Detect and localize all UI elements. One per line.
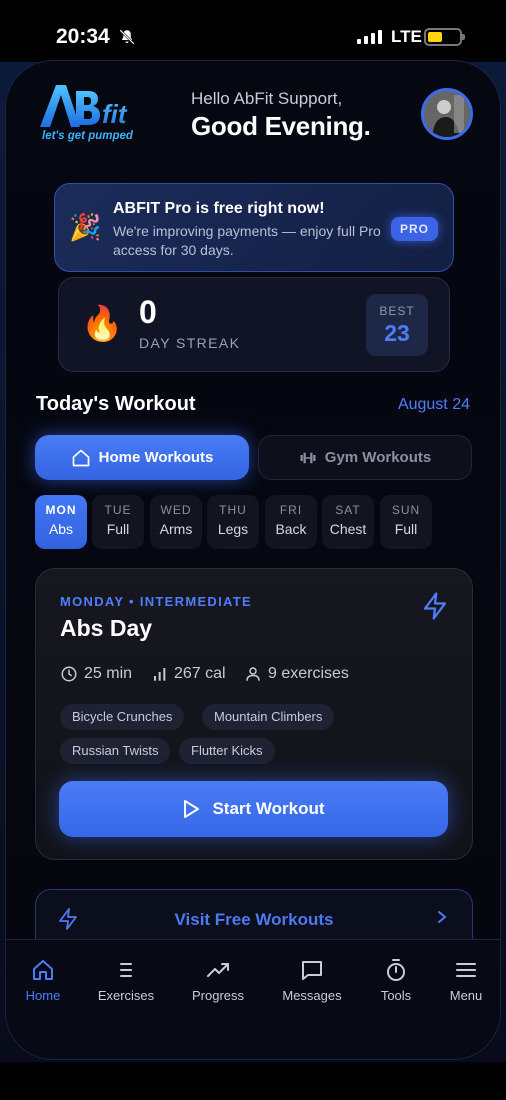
day-focus: Chest — [329, 521, 367, 537]
network-type: LTE — [391, 27, 422, 46]
day-focus: Abs — [48, 521, 74, 537]
nav-exercises[interactable]: Exercises — [86, 958, 166, 1003]
day-label: TUE — [104, 503, 132, 517]
best-streak-box: BEST 23 — [366, 294, 428, 356]
workout-title: Abs Day — [60, 615, 153, 641]
day-sat[interactable]: SAT Chest — [322, 495, 374, 549]
greeting-text: Good Evening. — [191, 111, 371, 141]
tab-label: Home Workouts — [98, 449, 214, 466]
lightning-icon — [423, 592, 447, 620]
fire-icon: 🔥 — [81, 305, 124, 343]
bottom-nav: Home Exercises Progress Messages Tools M… — [6, 939, 500, 1059]
day-focus: Legs — [217, 521, 249, 537]
person-icon — [246, 667, 260, 681]
nav-home[interactable]: Home — [6, 958, 83, 1003]
stopwatch-icon — [387, 959, 405, 981]
duration-meta: 25 min — [60, 665, 132, 683]
day-label: THU — [219, 503, 247, 517]
day-focus: Arms — [159, 521, 193, 537]
streak-count: 0 — [139, 294, 157, 330]
nav-label: Messages — [282, 988, 342, 1003]
exercise-chip: Mountain Climbers — [202, 704, 335, 730]
calories-text: 267 cal — [174, 665, 226, 682]
hello-text: Hello AbFit Support, — [191, 89, 343, 108]
day-label: WED — [160, 503, 192, 517]
workout-date[interactable]: August 24 — [398, 396, 470, 414]
best-label: BEST — [379, 304, 415, 318]
section-title: Today's Workout — [36, 393, 196, 415]
nav-label: Menu — [449, 988, 483, 1003]
home-icon — [33, 960, 53, 980]
nav-tools[interactable]: Tools — [356, 958, 436, 1003]
best-value: 23 — [384, 320, 410, 346]
exercise-chip: Bicycle Crunches — [60, 704, 185, 730]
streak-label: DAY STREAK — [139, 335, 241, 351]
day-focus: Full — [394, 521, 418, 537]
clock-icon — [61, 666, 77, 682]
app-screen: fit let's get pumped Hello AbFit Support… — [5, 60, 501, 1060]
pro-badge[interactable]: PRO — [391, 217, 438, 241]
nav-label: Exercises — [97, 988, 155, 1003]
start-workout-button[interactable]: Start Workout — [59, 781, 448, 837]
day-label: FRI — [279, 503, 303, 517]
calories-meta: 267 cal — [152, 665, 226, 683]
day-focus: Back — [275, 521, 307, 537]
bell-muted-icon — [119, 29, 135, 45]
status-time: 20:34 — [56, 25, 110, 48]
trending-up-icon — [207, 963, 229, 977]
tab-home-workouts[interactable]: Home Workouts — [35, 435, 249, 480]
pro-banner-title: ABFIT Pro is free right now! — [113, 200, 325, 217]
abfit-logo: fit let's get pumped — [40, 85, 134, 142]
pro-banner[interactable]: 🎉 ABFIT Pro is free right now! We're imp… — [54, 183, 454, 272]
battery-icon — [424, 28, 465, 46]
nav-label: Tools — [380, 988, 412, 1003]
workout-card: MONDAY • INTERMEDIATE Abs Day 25 min 267… — [35, 568, 473, 860]
exercise-chip: Russian Twists — [60, 738, 171, 764]
day-thu[interactable]: THU Legs — [207, 495, 259, 549]
avatar-photo — [424, 91, 470, 137]
svg-text:let's get pumped: let's get pumped — [42, 130, 134, 142]
chevron-right-icon — [438, 911, 447, 923]
day-sun[interactable]: SUN Full — [380, 495, 432, 549]
avatar[interactable] — [421, 88, 473, 140]
party-popper-icon: 🎉 — [69, 212, 102, 242]
message-icon — [302, 961, 322, 980]
nav-progress[interactable]: Progress — [178, 958, 258, 1003]
dumbbell-icon — [300, 452, 316, 463]
nav-menu[interactable]: Menu — [426, 958, 500, 1003]
day-mon[interactable]: MON Abs — [35, 495, 87, 549]
nav-label: Progress — [191, 988, 245, 1003]
start-workout-label: Start Workout — [212, 799, 325, 818]
visit-label: Visit Free Workouts — [174, 910, 334, 929]
day-tue[interactable]: TUE Full — [92, 495, 144, 549]
exercises-text: 9 exercises — [268, 665, 349, 682]
workout-tag: MONDAY • INTERMEDIATE — [60, 594, 252, 609]
exercise-chip: Flutter Kicks — [179, 738, 275, 764]
list-icon — [120, 963, 132, 977]
signal-icon — [357, 30, 382, 44]
tab-label: Gym Workouts — [324, 449, 432, 466]
duration-text: 25 min — [84, 665, 133, 682]
bar-chart-icon — [154, 668, 166, 681]
menu-icon — [456, 963, 476, 977]
day-wed[interactable]: WED Arms — [150, 495, 202, 549]
day-focus: Full — [106, 521, 130, 537]
pro-banner-subtitle: We're improving payments — enjoy full Pr… — [113, 223, 381, 258]
play-icon — [184, 800, 200, 818]
tab-gym-workouts[interactable]: Gym Workouts — [258, 435, 472, 480]
nav-messages[interactable]: Messages — [272, 958, 352, 1003]
day-label: MON — [45, 503, 77, 517]
exercises-meta: 9 exercises — [244, 665, 349, 683]
day-fri[interactable]: FRI Back — [265, 495, 317, 549]
day-label: SAT — [335, 503, 361, 517]
day-label: SUN — [391, 503, 421, 517]
nav-label: Home — [25, 988, 61, 1003]
home-icon — [72, 449, 89, 466]
svg-text:fit: fit — [102, 99, 128, 129]
streak-card: 🔥 0 DAY STREAK BEST 23 — [58, 277, 450, 372]
